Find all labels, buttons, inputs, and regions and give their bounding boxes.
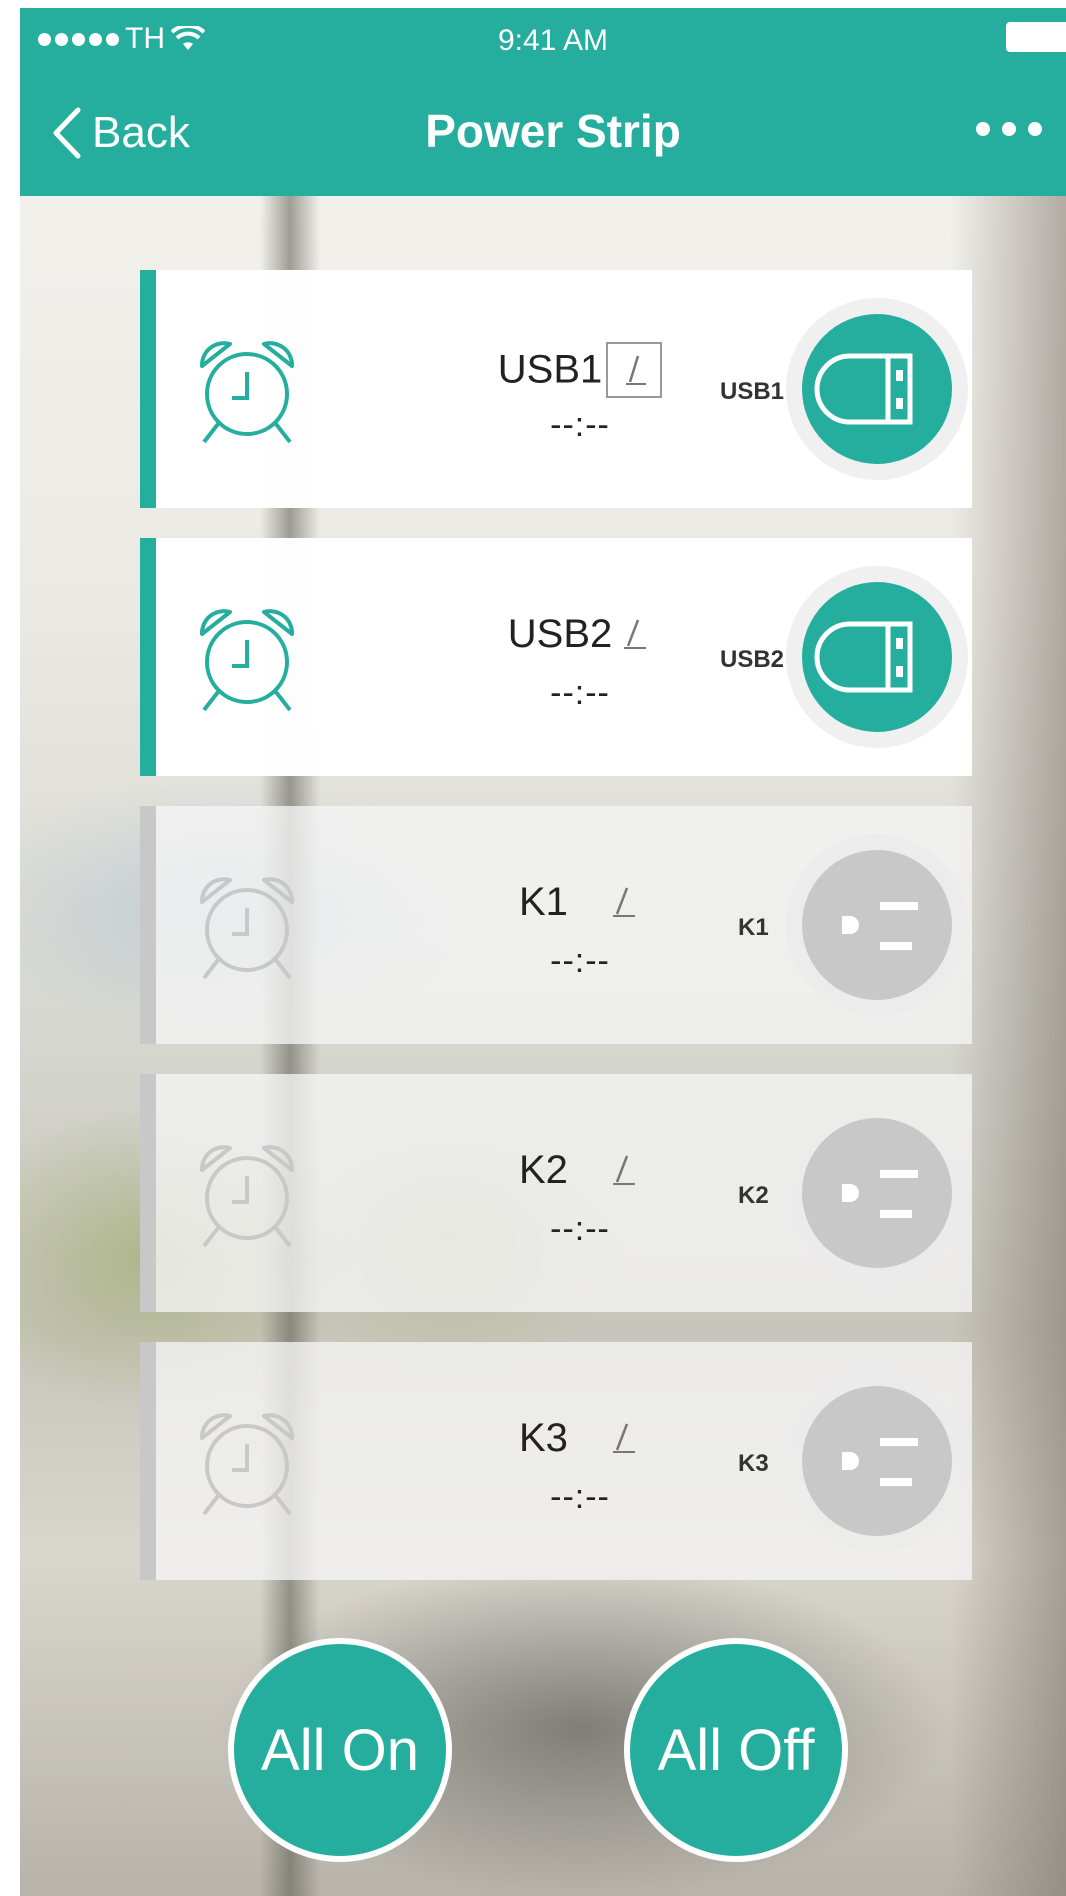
outlet-name: K1	[518, 879, 568, 924]
plug-socket-icon	[802, 850, 952, 1000]
all-on-button[interactable]: All On	[228, 1638, 452, 1862]
plug-toggle-button[interactable]	[802, 1118, 952, 1268]
usb-toggle-button[interactable]	[802, 314, 952, 464]
outlet-name: K2	[518, 1147, 568, 1192]
outlet-card-k1: K1 --:-- K1	[140, 806, 972, 1044]
outlet-tag: K1	[738, 914, 769, 941]
page-title: Power Strip	[425, 105, 681, 157]
outlet-name-row: K2	[370, 1146, 790, 1193]
toggle-ring	[786, 1370, 968, 1552]
outlet-card-k2: K2 --:-- K2	[140, 1074, 972, 1312]
toggle-ring	[786, 1102, 968, 1284]
edit-pencil-icon[interactable]	[616, 614, 652, 654]
alarm-clock-icon[interactable]	[192, 868, 302, 984]
outlet-tag: USB1	[720, 378, 785, 405]
edit-pencil-icon[interactable]	[606, 342, 663, 398]
status-time: 9:41 AM	[497, 24, 609, 57]
timer-value: --:--	[550, 406, 610, 444]
battery-icon	[1006, 22, 1066, 52]
app-screen: TH 9:41 AM Back Power Strip USB1 --:-- U…	[20, 8, 1066, 1896]
timer-value: --:--	[550, 1478, 610, 1516]
alarm-clock-icon[interactable]	[192, 1404, 302, 1520]
outlet-name: K3	[518, 1415, 568, 1460]
plug-socket-icon	[802, 1118, 952, 1268]
outlet-tag: K3	[738, 1450, 769, 1477]
alarm-clock-icon[interactable]	[192, 600, 302, 716]
outlet-name: USB2	[507, 611, 613, 656]
all-off-button[interactable]: All Off	[624, 1638, 848, 1862]
status-accent-bar	[140, 1074, 156, 1312]
more-options-icon[interactable]	[976, 108, 1066, 148]
timer-value: --:--	[550, 1210, 610, 1248]
outlet-name-row: K1	[370, 878, 790, 925]
outlet-card-k3: K3 --:-- K3	[140, 1342, 972, 1580]
plug-toggle-button[interactable]	[802, 850, 952, 1000]
usb-icon	[802, 314, 952, 464]
outlet-card-usb1: USB1 --:-- USB1	[140, 270, 972, 508]
outlet-name: USB1	[497, 347, 603, 392]
edit-pencil-icon[interactable]	[605, 1418, 641, 1458]
status-bar: TH 9:41 AM	[20, 8, 1066, 66]
edit-pencil-icon[interactable]	[605, 882, 641, 922]
toggle-ring	[786, 834, 968, 1016]
status-accent-bar	[140, 806, 156, 1044]
timer-value: --:--	[550, 942, 610, 980]
outlet-tag: USB2	[720, 646, 785, 673]
outlet-name-row: K3	[370, 1414, 790, 1461]
alarm-clock-icon[interactable]	[192, 332, 302, 448]
toggle-ring	[786, 566, 968, 748]
plug-toggle-button[interactable]	[802, 1386, 952, 1536]
status-accent-bar	[140, 1342, 156, 1580]
status-accent-bar	[140, 270, 156, 508]
toggle-ring	[786, 298, 968, 480]
outlet-tag: K2	[738, 1182, 769, 1209]
navigation-bar: Back Power Strip	[20, 66, 1066, 196]
status-accent-bar	[140, 538, 156, 776]
usb-icon	[802, 582, 952, 732]
edit-pencil-icon[interactable]	[605, 1150, 641, 1190]
plug-socket-icon	[802, 1386, 952, 1536]
timer-value: --:--	[550, 674, 610, 712]
usb-toggle-button[interactable]	[802, 582, 952, 732]
outlet-card-usb2: USB2 --:-- USB2	[140, 538, 972, 776]
alarm-clock-icon[interactable]	[192, 1136, 302, 1252]
